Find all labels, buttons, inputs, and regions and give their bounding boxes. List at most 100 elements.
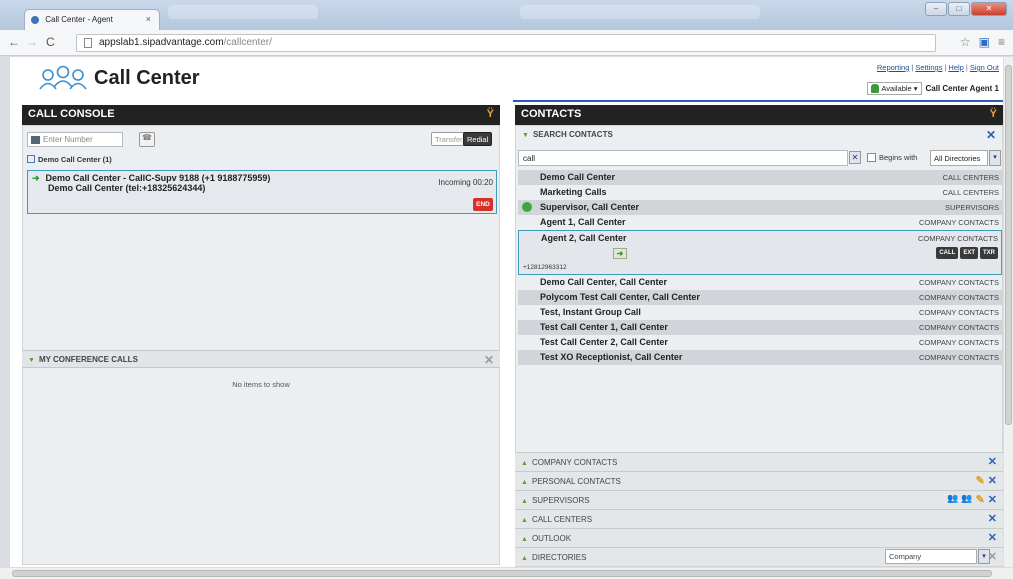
call-console-header: CALL CONSOLE Ÿ (22, 105, 500, 125)
conference-calls-bar[interactable]: ▼ MY CONFERENCE CALLS ✕ (22, 350, 500, 368)
call-console-panel: Enter Number ☎ Transfer Redial Demo Call… (22, 125, 500, 565)
section-outlook[interactable]: ▲ OUTLOOK ✕ (515, 528, 1003, 547)
group-label: Demo Call Center (1) (38, 155, 112, 164)
options-icon[interactable]: Ÿ (990, 108, 997, 120)
contact-row[interactable]: Test XO Receptionist, Call Center COMPANY… (518, 350, 1002, 365)
scroll-thumb[interactable] (1005, 65, 1012, 425)
dialpad-icon (31, 136, 40, 144)
section-title: CALL CENTERS (531, 515, 593, 524)
section-title: PERSONAL CONTACTS (531, 477, 621, 486)
top-links: Reporting | Settings | Help | Sign Out (876, 63, 999, 72)
call-button[interactable]: CALL (936, 247, 959, 259)
address-bar[interactable]: appslab1.sipadvantage.com/callcenter/ (76, 34, 936, 52)
begins-with-checkbox[interactable] (867, 153, 876, 162)
search-contacts-header[interactable]: ▼ SEARCH CONTACTS ✕ (516, 126, 1002, 144)
menu-icon[interactable]: ≡ (998, 35, 1005, 49)
options-icon[interactable]: Ÿ (487, 108, 494, 120)
section-supervisors[interactable]: ▲ SUPERVISORS 👥 👥 ✎ ✕ (515, 490, 1003, 509)
ext-button[interactable]: EXT (960, 247, 978, 259)
transfer-button[interactable]: Transfer (431, 132, 467, 146)
dial-input[interactable]: Enter Number (27, 132, 123, 147)
search-results: Demo Call Center CALL CENTERS Marketing C… (518, 170, 1002, 365)
status-label: Available (881, 84, 912, 93)
redial-button[interactable]: Redial (463, 132, 493, 146)
chevron-down-icon[interactable]: ▾ (989, 150, 1001, 166)
clear-search-button[interactable]: ✕ (849, 151, 861, 164)
background-tab (520, 5, 760, 19)
back-icon[interactable]: ← (8, 35, 20, 49)
close-icon[interactable]: ✕ (988, 550, 997, 563)
contact-row[interactable]: Demo Call Center CALL CENTERS (518, 170, 1002, 185)
txr-button[interactable]: TXR (980, 247, 998, 259)
search-input[interactable]: call (518, 150, 848, 166)
section-company-contacts[interactable]: ▲ COMPANY CONTACTS ✕ (515, 452, 1003, 471)
url-path: /callcenter/ (223, 37, 272, 48)
expand-icon: ▲ (521, 555, 528, 562)
edit-icon[interactable]: ✎ (976, 493, 985, 506)
contact-row[interactable]: Test, Instant Group Call COMPANY CONTACTS (518, 305, 1002, 320)
reporting-link[interactable]: Reporting (877, 63, 910, 72)
minimize-button[interactable]: – (925, 2, 947, 16)
close-icon[interactable]: ✕ (484, 353, 494, 367)
help-link[interactable]: Help (948, 63, 963, 72)
browser-tab[interactable]: Call Center - Agent × (24, 9, 160, 30)
incoming-call[interactable]: ➜ Demo Call Center - CallC-Supv 9188 (+1 … (27, 170, 497, 214)
section-personal-contacts[interactable]: ▲ PERSONAL CONTACTS ✎ ✕ (515, 471, 1003, 490)
contact-row[interactable]: Test Call Center 2, Call Center COMPANY C… (518, 335, 1002, 350)
remove-group-icon[interactable]: 👥 (961, 493, 972, 506)
close-icon[interactable]: ✕ (988, 493, 997, 506)
call-center-group[interactable]: Demo Call Center (1) (27, 155, 112, 164)
section-directories[interactable]: ▲ DIRECTORIES Company ▾ ✕ (515, 547, 1003, 566)
contacts-accent-line (513, 100, 1003, 102)
contact-row[interactable]: Polycom Test Call Center, Call Center COM… (518, 290, 1002, 305)
app-title: Call Center (94, 66, 200, 89)
close-icon[interactable]: ✕ (988, 531, 997, 544)
browser-titlebar: Call Center - Agent × – □ ✕ (0, 0, 1013, 30)
expand-icon: ▼ (522, 132, 529, 139)
dial-button[interactable]: ☎ (139, 132, 155, 147)
tab-close-icon[interactable]: × (146, 14, 151, 24)
directory-filter[interactable]: All Directories (930, 150, 988, 166)
close-icon[interactable]: ✕ (988, 455, 997, 468)
section-title: DIRECTORIES (531, 553, 587, 562)
section-call-centers[interactable]: ▲ CALL CENTERS ✕ (515, 509, 1003, 528)
close-icon[interactable]: ✕ (988, 512, 997, 525)
window-controls: – □ ✕ (925, 2, 1007, 16)
contact-row-selected[interactable]: Agent 2, Call Center COMPANY CONTACTS ➜ +… (518, 230, 1002, 275)
end-call-button[interactable]: END (473, 198, 493, 211)
scroll-thumb[interactable] (12, 570, 992, 577)
status-dropdown[interactable]: Available ▾ (867, 82, 922, 95)
maximize-button[interactable]: □ (948, 2, 970, 16)
contact-row[interactable]: Supervisor, Call Center SUPERVISORS (518, 200, 1002, 215)
sign-out-link[interactable]: Sign Out (970, 63, 999, 72)
section-title: OUTLOOK (531, 534, 572, 543)
contact-row[interactable]: Demo Call Center, Call Center COMPANY CON… (518, 275, 1002, 290)
edit-icon[interactable]: ✎ (976, 474, 985, 487)
close-icon[interactable]: ✕ (986, 128, 996, 142)
close-icon[interactable]: ✕ (988, 474, 997, 487)
contact-row[interactable]: Agent 1, Call Center COMPANY CONTACTS (518, 215, 1002, 230)
page-icon (84, 38, 92, 48)
add-group-icon[interactable]: 👥 (947, 493, 958, 506)
horizontal-scrollbar[interactable] (0, 567, 1013, 579)
expand-icon: ▲ (521, 498, 528, 505)
agent-name: Call Center Agent 1 (925, 84, 1000, 93)
forward-icon[interactable]: → (26, 35, 38, 49)
contact-number: +12812963312 (523, 264, 567, 271)
expand-icon: ▲ (521, 517, 528, 524)
contact-row[interactable]: Test Call Center 1, Call Center COMPANY C… (518, 320, 1002, 335)
reload-icon[interactable]: C (46, 35, 55, 49)
vertical-scrollbar[interactable] (1003, 57, 1013, 567)
contacts-header: CONTACTS Ÿ (515, 105, 1003, 125)
extension-icon[interactable]: ▣ (979, 35, 990, 49)
settings-link[interactable]: Settings (915, 63, 942, 72)
close-window-button[interactable]: ✕ (971, 2, 1007, 16)
call-arrow-icon[interactable]: ➜ (613, 248, 627, 259)
logo: Call Center (38, 63, 200, 93)
star-icon[interactable]: ☆ (960, 35, 971, 49)
contact-row[interactable]: Marketing Calls CALL CENTERS (518, 185, 1002, 200)
people-logo-icon (39, 65, 87, 90)
directory-combo[interactable]: Company (885, 549, 977, 564)
begins-with-option[interactable]: Begins with (867, 153, 917, 162)
collapse-icon[interactable] (27, 155, 35, 163)
